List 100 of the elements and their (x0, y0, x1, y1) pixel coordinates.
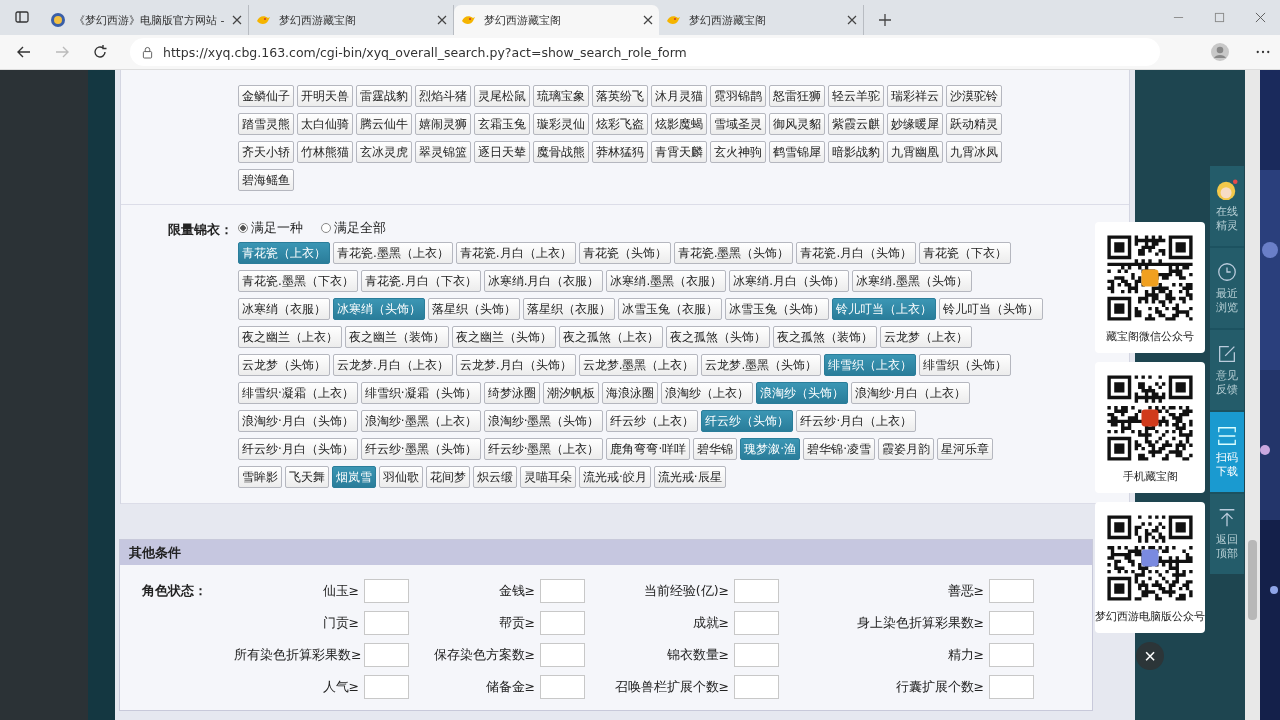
input-field[interactable] (364, 579, 409, 603)
forward-icon[interactable] (54, 44, 70, 60)
filter-tag[interactable]: 浪淘纱·墨黑（上衣） (360, 410, 481, 432)
input-field[interactable] (734, 643, 779, 667)
input-field[interactable] (989, 611, 1034, 635)
filter-tag[interactable]: 纤云纱·墨黑（头饰） (360, 438, 481, 460)
filter-tag[interactable]: 怒雷狂狮 (769, 85, 825, 107)
filter-tag[interactable]: 玄火神驹 (710, 141, 766, 163)
filter-tag[interactable]: 瑞彩祥云 (887, 85, 943, 107)
close-icon[interactable] (1255, 12, 1266, 23)
filter-tag[interactable]: 青花瓷.月白（下衣） (360, 270, 481, 292)
filter-tag[interactable]: 夜之孤煞（装饰） (773, 326, 877, 348)
filter-tag[interactable]: 绮梦泳圈 (483, 382, 540, 404)
filter-tag[interactable]: 暗影战豹 (828, 141, 884, 163)
filter-tag[interactable]: 绯雪织（头饰） (919, 354, 1012, 376)
filter-tag[interactable]: 逐日天辇 (474, 141, 530, 163)
filter-tag[interactable]: 璇彩灵仙 (533, 113, 589, 135)
filter-tag[interactable]: 流光戒·皎月 (579, 466, 651, 488)
back-icon[interactable] (16, 44, 32, 60)
refresh-icon[interactable] (92, 44, 108, 60)
filter-tag[interactable]: 浪淘纱·月白（上衣） (850, 382, 971, 404)
filter-tag[interactable]: 玄霜玉兔 (474, 113, 530, 135)
filter-tag[interactable]: 云龙梦.墨黑（头饰） (701, 354, 822, 376)
filter-tag[interactable]: 落星织（衣服） (523, 298, 615, 320)
browser-tab[interactable]: 梦幻西游藏宝阁 (454, 5, 659, 35)
filter-tag[interactable]: 纤云纱·月白（上衣） (796, 410, 917, 432)
filter-tag[interactable]: 铃儿叮当（上衣） (832, 298, 936, 320)
filter-tag[interactable]: 青花瓷.墨黑（头饰） (673, 242, 794, 264)
filter-tag[interactable]: 青花瓷（上衣） (238, 242, 330, 264)
input-field[interactable] (540, 579, 585, 603)
filter-tag[interactable]: 冰寒绡（衣服） (238, 298, 330, 320)
input-field[interactable] (734, 579, 779, 603)
filter-tag[interactable]: 飞天舞 (285, 466, 329, 488)
input-field[interactable] (989, 643, 1034, 667)
filter-tag[interactable]: 青霄天麟 (651, 141, 707, 163)
scrollbar[interactable] (1245, 70, 1260, 720)
radio-option[interactable]: 满足全部 (321, 219, 386, 237)
filter-tag[interactable]: 冰寒绡.墨黑（衣服） (606, 270, 727, 292)
filter-tag[interactable]: 海浪泳圈 (601, 382, 658, 404)
filter-tag[interactable]: 灵喵耳朵 (520, 466, 576, 488)
filter-tag[interactable]: 青花瓷（头饰） (578, 242, 671, 264)
filter-tag[interactable]: 青花瓷.月白（上衣） (455, 242, 576, 264)
input-field[interactable] (734, 675, 779, 699)
input-field[interactable] (734, 611, 779, 635)
filter-tag[interactable]: 炫彩飞盗 (592, 113, 648, 135)
filter-tag[interactable]: 碧华锦 (693, 438, 738, 460)
filter-tag[interactable]: 莽林猛犸 (592, 141, 648, 163)
filter-tag[interactable]: 瑰梦溆·渔 (740, 438, 801, 460)
filter-tag[interactable]: 冰雪玉兔（头饰） (725, 298, 829, 320)
filter-tag[interactable]: 青花瓷.墨黑（下衣） (238, 270, 358, 292)
filter-tag[interactable]: 跃动精灵 (946, 113, 1002, 135)
filter-tag[interactable]: 星河乐章 (936, 438, 993, 460)
filter-tag[interactable]: 冰雪玉兔（衣服） (618, 298, 722, 320)
filter-tag[interactable]: 沙漠驼铃 (946, 85, 1002, 107)
filter-tag[interactable]: 炫影魔蝎 (651, 113, 707, 135)
more-icon[interactable] (1256, 50, 1270, 54)
filter-tag[interactable]: 雪域圣灵 (710, 113, 766, 135)
filter-tag[interactable]: 浪淘纱·月白（头饰） (238, 410, 358, 432)
input-field[interactable] (989, 675, 1034, 699)
close-icon[interactable] (643, 15, 653, 25)
filter-tag[interactable]: 冰寒绡.月白（衣服） (483, 270, 604, 292)
filter-tag[interactable]: 浪淘纱（头饰） (755, 382, 848, 404)
filter-tag[interactable]: 纤云纱（头饰） (701, 410, 794, 432)
close-icon[interactable] (847, 15, 857, 25)
filter-tag[interactable]: 竹林熊猫 (297, 141, 353, 163)
filter-tag[interactable]: 云龙梦.月白（头饰） (455, 354, 576, 376)
address-field[interactable]: https://xyq.cbg.163.com/cgi-bin/xyq_overall_search.py?act=show_search_role_form (130, 38, 1160, 66)
filter-tag[interactable]: 碧海鳐鱼 (238, 169, 294, 191)
filter-tag[interactable]: 开明天兽 (297, 85, 353, 107)
filter-tag[interactable]: 紫霞云麒 (828, 113, 884, 135)
filter-tag[interactable]: 嬉闹灵狮 (415, 113, 471, 135)
filter-tag[interactable]: 夜之孤煞（头饰） (666, 326, 770, 348)
filter-tag[interactable]: 沐月灵猫 (651, 85, 707, 107)
filter-tag[interactable]: 鹿角弯弯·咩咩 (606, 438, 691, 460)
filter-tag[interactable]: 云龙梦.月白（上衣） (333, 354, 453, 376)
input-field[interactable] (364, 643, 409, 667)
filter-tag[interactable]: 琉璃宝象 (533, 85, 589, 107)
side-menu-item[interactable]: 返回顶部 (1210, 494, 1244, 574)
filter-tag[interactable]: 翠灵锦篮 (415, 141, 471, 163)
side-menu-item[interactable]: 最近浏览 (1210, 248, 1244, 328)
filter-tag[interactable]: 烟岚雪 (332, 466, 376, 488)
close-icon[interactable] (437, 15, 447, 25)
filter-tag[interactable]: 烈焰斗猪 (415, 85, 471, 107)
filter-tag[interactable]: 冰寒绡.月白（头饰） (729, 270, 850, 292)
filter-tag[interactable]: 浪淘纱（上衣） (660, 382, 753, 404)
filter-tag[interactable]: 云龙梦（头饰） (238, 354, 330, 376)
input-field[interactable] (989, 579, 1034, 603)
side-menu-item[interactable]: 意见反馈 (1210, 330, 1244, 410)
filter-tag[interactable]: 潮汐帆板 (542, 382, 599, 404)
filter-tag[interactable]: 青花瓷.墨黑（上衣） (333, 242, 453, 264)
maximize-icon[interactable] (1214, 12, 1225, 23)
filter-tag[interactable]: 纤云纱·月白（头饰） (238, 438, 358, 460)
filter-tag[interactable]: 霞姿月韵 (877, 438, 934, 460)
filter-tag[interactable]: 灵尾松鼠 (474, 85, 530, 107)
filter-tag[interactable]: 鹤雪锦犀 (769, 141, 825, 163)
filter-tag[interactable]: 绯雪织（上衣） (824, 354, 917, 376)
filter-tag[interactable]: 太白仙骑 (297, 113, 353, 135)
filter-tag[interactable]: 碧华锦·凌雪 (803, 438, 875, 460)
filter-tag[interactable]: 轻云羊驼 (828, 85, 884, 107)
filter-tag[interactable]: 夜之幽兰（头饰） (452, 326, 556, 348)
